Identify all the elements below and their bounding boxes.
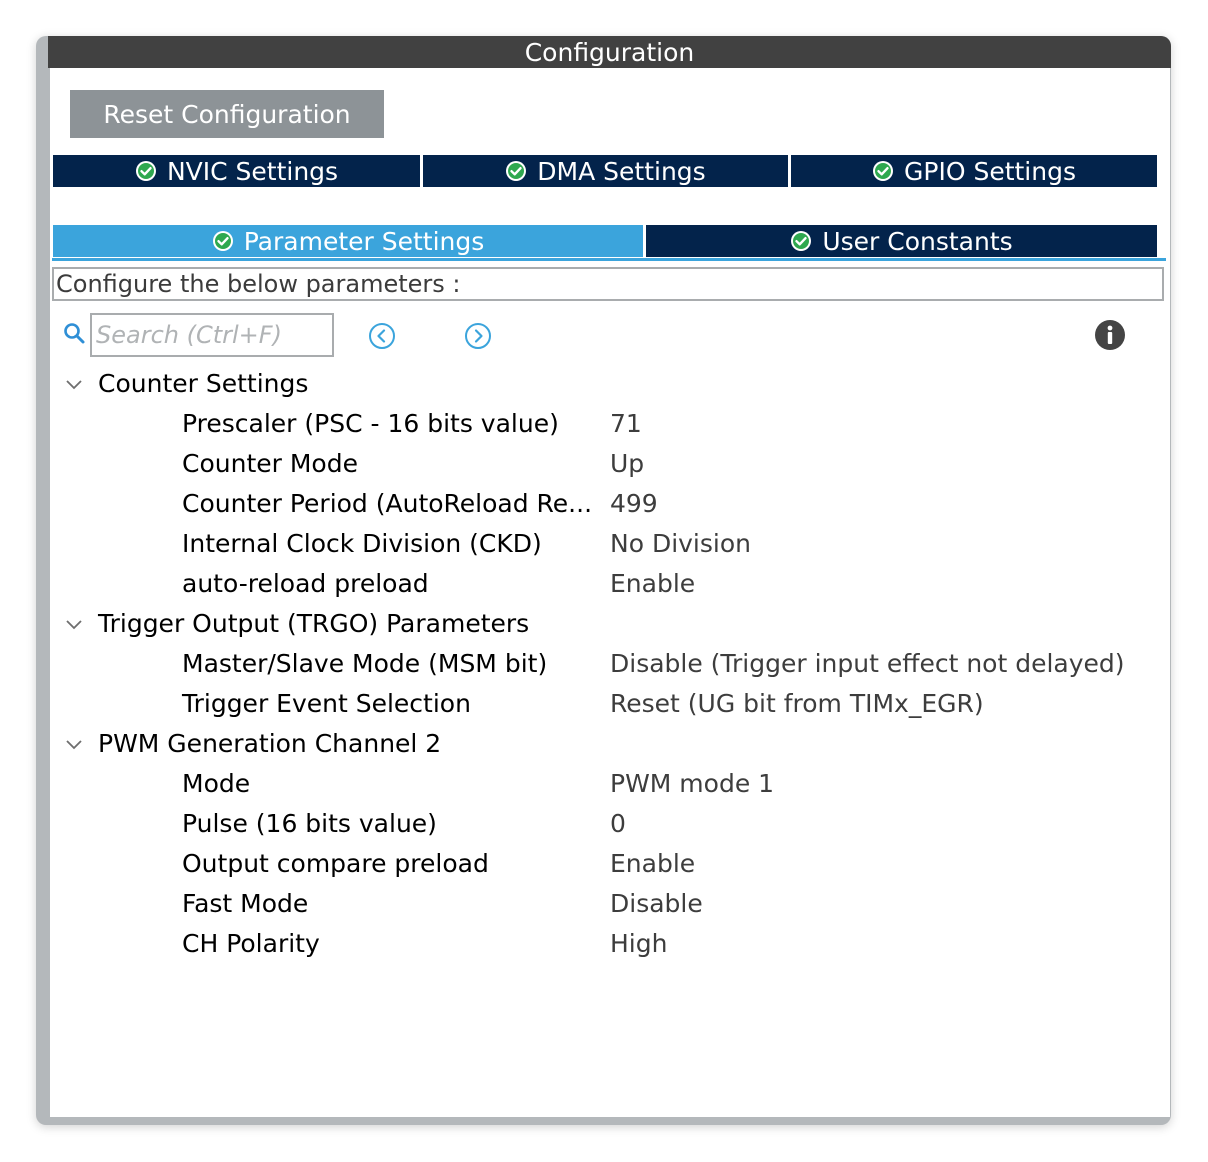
param-value[interactable]: No Division: [610, 524, 751, 564]
tab-label: NVIC Settings: [166, 156, 339, 186]
configuration-panel: Reset Configuration NVIC Settings DMA Se…: [50, 68, 1170, 1117]
param-label: auto-reload preload: [182, 569, 429, 598]
tab-label: DMA Settings: [537, 156, 706, 186]
param-label: Internal Clock Division (CKD): [182, 529, 542, 558]
param-label: Output compare preload: [182, 849, 489, 878]
check-circle-icon: [506, 161, 527, 181]
tab-gpio-settings[interactable]: GPIO Settings: [791, 155, 1157, 187]
tab-nvic-settings[interactable]: NVIC Settings: [53, 155, 420, 187]
param-value[interactable]: High: [610, 924, 667, 964]
group-counter-settings[interactable]: Counter Settings: [50, 364, 1160, 404]
param-value[interactable]: 0: [610, 804, 626, 844]
param-value[interactable]: Disable: [610, 884, 703, 924]
tab-parameter-settings[interactable]: Parameter Settings: [53, 225, 643, 257]
param-row[interactable]: Trigger Event Selection Reset (UG bit fr…: [50, 684, 1160, 724]
search-icon[interactable]: [62, 321, 86, 345]
tab-underline: [52, 258, 1166, 261]
param-label: Counter Period (AutoReload Re...: [182, 489, 593, 518]
info-icon[interactable]: [1094, 319, 1126, 351]
arrow-left-circle-icon[interactable]: [368, 322, 396, 350]
param-value[interactable]: 499: [610, 484, 658, 524]
param-row[interactable]: Output compare preload Enable: [50, 844, 1160, 884]
param-row[interactable]: Fast Mode Disable: [50, 884, 1160, 924]
group-label: Trigger Output (TRGO) Parameters: [98, 609, 530, 638]
param-row[interactable]: Prescaler (PSC - 16 bits value) 71: [50, 404, 1160, 444]
tab-label: Parameter Settings: [243, 226, 485, 256]
param-row[interactable]: CH Polarity High: [50, 924, 1160, 964]
param-row[interactable]: Pulse (16 bits value) 0: [50, 804, 1160, 844]
param-label: Trigger Event Selection: [182, 689, 471, 718]
param-value[interactable]: Up: [610, 444, 644, 484]
param-row[interactable]: Counter Mode Up: [50, 444, 1160, 484]
param-label: Pulse (16 bits value): [182, 809, 437, 838]
param-row[interactable]: Master/Slave Mode (MSM bit) Disable (Tri…: [50, 644, 1160, 684]
param-row[interactable]: Internal Clock Division (CKD) No Divisio…: [50, 524, 1160, 564]
reset-configuration-button[interactable]: Reset Configuration: [70, 90, 384, 138]
group-label: PWM Generation Channel 2: [98, 729, 442, 758]
param-label: Prescaler (PSC - 16 bits value): [182, 409, 559, 438]
chevron-down-icon[interactable]: [64, 614, 84, 634]
param-value[interactable]: Reset (UG bit from TIMx_EGR): [610, 684, 984, 724]
param-row[interactable]: auto-reload preload Enable: [50, 564, 1160, 604]
tab-label: GPIO Settings: [904, 156, 1076, 186]
check-circle-icon: [212, 231, 233, 251]
tab-user-constants[interactable]: User Constants: [646, 225, 1157, 257]
group-pwm-generation-channel-2[interactable]: PWM Generation Channel 2: [50, 724, 1160, 764]
param-label: CH Polarity: [182, 929, 320, 958]
arrow-right-circle-icon[interactable]: [464, 322, 492, 350]
configuration-window: Configuration Reset Configuration NVIC S…: [36, 36, 1171, 1125]
group-label: Counter Settings: [98, 369, 309, 398]
param-value[interactable]: Disable (Trigger input effect not delaye…: [610, 644, 1125, 684]
check-circle-icon: [791, 231, 812, 251]
tab-dma-settings[interactable]: DMA Settings: [423, 155, 788, 187]
param-row[interactable]: Mode PWM mode 1: [50, 764, 1160, 804]
param-label: Mode: [182, 769, 251, 798]
param-label: Counter Mode: [182, 449, 358, 478]
group-trigger-output[interactable]: Trigger Output (TRGO) Parameters: [50, 604, 1160, 644]
param-label: Master/Slave Mode (MSM bit): [182, 649, 548, 678]
param-label: Fast Mode: [182, 889, 309, 918]
param-value[interactable]: PWM mode 1: [610, 764, 774, 804]
search-input[interactable]: [90, 313, 334, 357]
param-value[interactable]: Enable: [610, 844, 695, 884]
window-title: Configuration: [48, 36, 1171, 68]
param-value[interactable]: 71: [610, 404, 642, 444]
parameters-description: Configure the below parameters :: [52, 267, 1164, 301]
chevron-down-icon[interactable]: [64, 734, 84, 754]
check-circle-icon: [135, 161, 156, 181]
param-value[interactable]: Enable: [610, 564, 695, 604]
check-circle-icon: [873, 161, 893, 181]
param-row[interactable]: Counter Period (AutoReload Re... 499: [50, 484, 1160, 524]
chevron-down-icon[interactable]: [64, 374, 84, 394]
tab-label: User Constants: [822, 226, 1013, 256]
